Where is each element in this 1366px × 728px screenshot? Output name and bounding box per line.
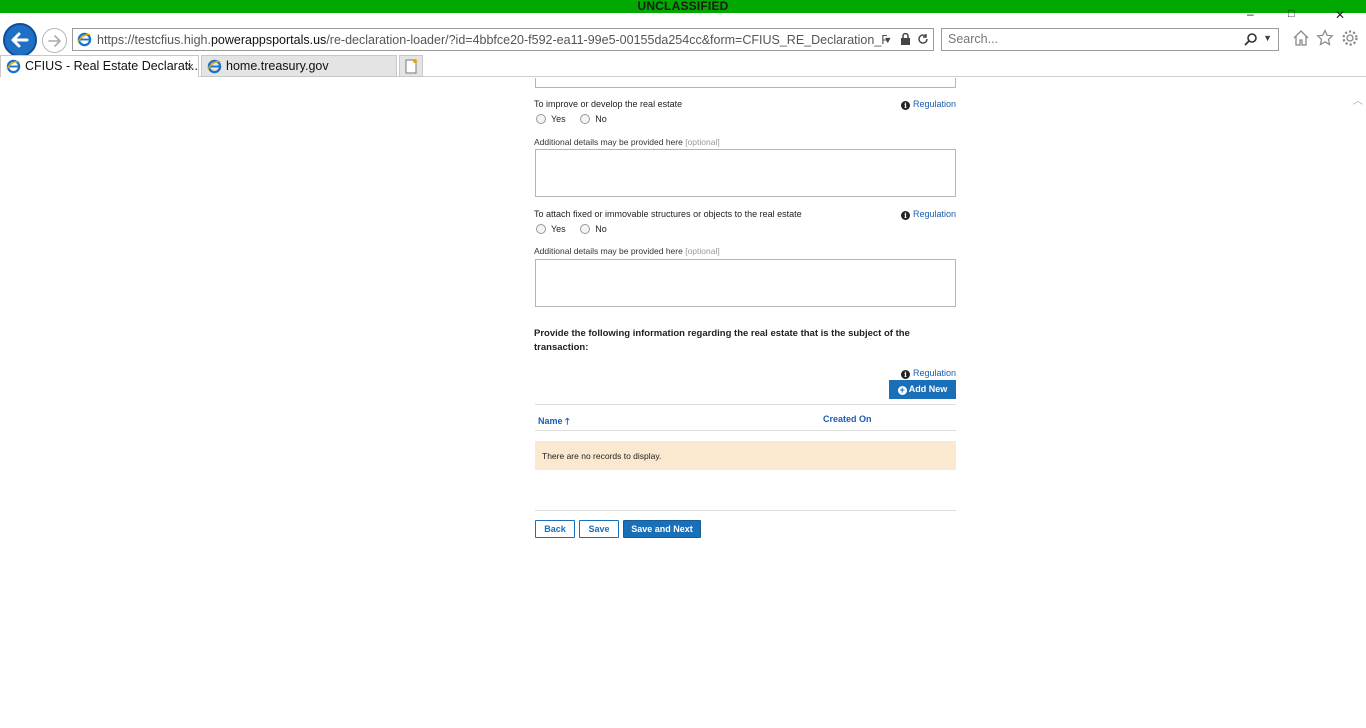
browser-chrome: – □ ✕ https://testcfius.high.powerappspo… <box>0 7 1366 78</box>
table-header: Name 🡑 Created On <box>535 404 956 431</box>
radio-group-attach: Yes No <box>536 224 607 234</box>
search-input[interactable] <box>948 32 1238 46</box>
gear-icon[interactable] <box>1341 29 1359 47</box>
radio-group-improve: Yes No <box>536 114 607 124</box>
divider <box>535 510 956 511</box>
url-text[interactable]: https://testcfius.high.powerappsportals.… <box>97 33 887 47</box>
classification-banner: UNCLASSIFIED <box>0 0 1366 13</box>
question-attach: To attach fixed or immovable structures … <box>534 209 802 219</box>
form-page: To improve or develop the real estate iR… <box>534 78 958 728</box>
question-improve: To improve or develop the real estate <box>534 99 683 109</box>
tab-label: CFIUS - Real Estate Declarati... <box>25 59 199 73</box>
additional-details-label: Additional details may be provided here … <box>534 137 720 147</box>
tab-strip: CFIUS - Real Estate Declarati... × home.… <box>0 54 1366 77</box>
chevron-down-icon[interactable]: ▼ <box>883 35 892 45</box>
back-button[interactable] <box>3 23 37 57</box>
save-button[interactable]: Save <box>579 520 619 538</box>
ie-page-icon <box>77 32 92 47</box>
sort-ascending-icon: 🡑 <box>565 416 570 426</box>
scrollbar[interactable]: ︿ <box>1349 78 1366 728</box>
ie-page-icon <box>207 59 222 74</box>
column-created-on[interactable]: Created On <box>823 414 872 424</box>
save-and-next-button[interactable]: Save and Next <box>623 520 701 538</box>
forward-button[interactable] <box>42 28 67 53</box>
plus-circle-icon: + <box>897 385 907 395</box>
search-icon[interactable] <box>1244 32 1258 46</box>
info-icon: i <box>900 101 910 110</box>
arrow-left-icon <box>11 32 29 48</box>
star-icon[interactable] <box>1316 29 1334 47</box>
radio-yes[interactable] <box>536 224 546 234</box>
column-name[interactable]: Name 🡑 <box>538 414 570 430</box>
home-icon[interactable] <box>1292 29 1310 47</box>
regulation-link[interactable]: i Regulation <box>900 368 956 379</box>
additional-details-label: Additional details may be provided here … <box>534 246 720 256</box>
close-icon[interactable]: × <box>186 56 194 77</box>
radio-yes[interactable] <box>536 114 546 124</box>
radio-no[interactable] <box>580 224 591 234</box>
previous-textarea-bottom[interactable] <box>535 78 956 88</box>
tab-label: home.treasury.gov <box>226 59 329 73</box>
info-icon: i <box>900 370 910 379</box>
regulation-link[interactable]: i Regulation <box>900 99 956 110</box>
regulation-link[interactable]: i Regulation <box>900 209 956 220</box>
chevron-down-icon[interactable]: ▼ <box>1263 33 1272 43</box>
arrow-right-icon <box>48 35 61 47</box>
additional-details-textarea-2[interactable] <box>535 259 956 307</box>
back-button[interactable]: Back <box>535 520 575 538</box>
search-box[interactable]: ▼ <box>941 28 1279 51</box>
radio-no[interactable] <box>580 114 591 124</box>
new-tab-icon <box>405 59 417 74</box>
empty-table-message: There are no records to display. <box>535 441 956 470</box>
tab-cfius[interactable]: CFIUS - Real Estate Declarati... × <box>0 55 199 77</box>
lock-icon[interactable] <box>900 32 911 45</box>
info-icon: i <box>900 211 910 220</box>
minimize-button[interactable]: – <box>1247 7 1254 21</box>
ie-page-icon <box>6 59 21 74</box>
new-tab-button[interactable] <box>399 55 423 77</box>
additional-details-textarea-1[interactable] <box>535 149 956 197</box>
tab-treasury[interactable]: home.treasury.gov <box>201 55 397 77</box>
section-instruction: Provide the following information regard… <box>534 328 910 353</box>
address-bar[interactable]: https://testcfius.high.powerappsportals.… <box>72 28 934 51</box>
close-window-button[interactable]: ✕ <box>1335 8 1345 22</box>
scroll-up-icon[interactable]: ︿ <box>1353 92 1363 107</box>
refresh-icon[interactable] <box>917 33 929 45</box>
add-new-button[interactable]: + Add New <box>889 380 956 399</box>
maximize-button[interactable]: □ <box>1288 8 1295 20</box>
